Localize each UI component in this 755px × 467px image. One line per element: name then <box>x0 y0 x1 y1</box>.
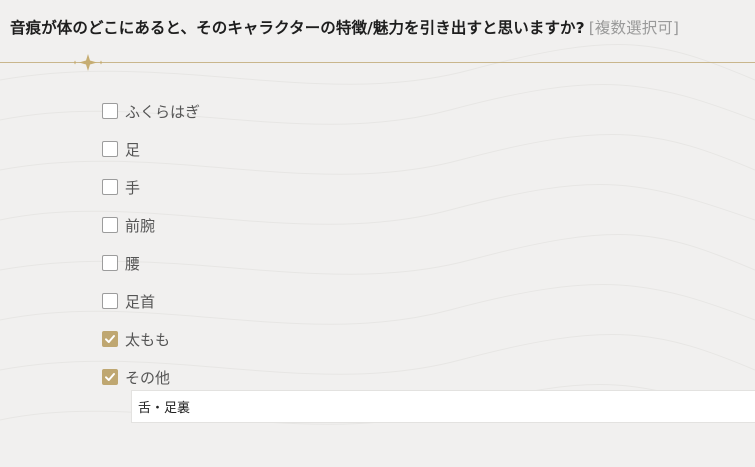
option-other[interactable]: その他 <box>102 367 170 387</box>
checkbox[interactable] <box>102 103 118 119</box>
option-foot[interactable]: 足 <box>102 139 140 159</box>
other-text-input[interactable] <box>131 390 755 423</box>
option-label: その他 <box>125 368 171 387</box>
multi-select-note: [複数選択可] <box>588 19 680 37</box>
option-calf[interactable]: ふくらはぎ <box>102 101 200 121</box>
checkmark-icon <box>105 373 115 381</box>
option-label: 手 <box>125 178 141 197</box>
sparkle-ornament-icon <box>74 54 102 71</box>
checkbox[interactable] <box>102 255 118 271</box>
option-label: 太もも <box>125 330 171 349</box>
checkmark-icon <box>105 335 115 343</box>
option-label: 前腕 <box>125 216 156 235</box>
option-label: 腰 <box>125 254 141 273</box>
checkbox[interactable] <box>102 141 118 157</box>
option-hand[interactable]: 手 <box>102 177 140 197</box>
question-text: 音痕が体のどこにあると、そのキャラクターの特徴/魅力を引き出すと思いますか? <box>10 19 585 37</box>
option-label: 足 <box>125 140 141 159</box>
checkbox[interactable] <box>102 179 118 195</box>
option-forearm[interactable]: 前腕 <box>102 215 155 235</box>
question-title: 音痕が体のどこにあると、そのキャラクターの特徴/魅力を引き出すと思いますか? [複… <box>10 16 679 38</box>
option-label: 足首 <box>125 292 156 311</box>
option-thigh[interactable]: 太もも <box>102 329 170 349</box>
option-ankle[interactable]: 足首 <box>102 291 155 311</box>
option-label: ふくらはぎ <box>125 102 201 121</box>
checkbox[interactable] <box>102 217 118 233</box>
checkbox[interactable] <box>102 331 118 347</box>
checkbox[interactable] <box>102 293 118 309</box>
title-divider <box>0 62 755 63</box>
option-waist[interactable]: 腰 <box>102 253 140 273</box>
checkbox[interactable] <box>102 369 118 385</box>
